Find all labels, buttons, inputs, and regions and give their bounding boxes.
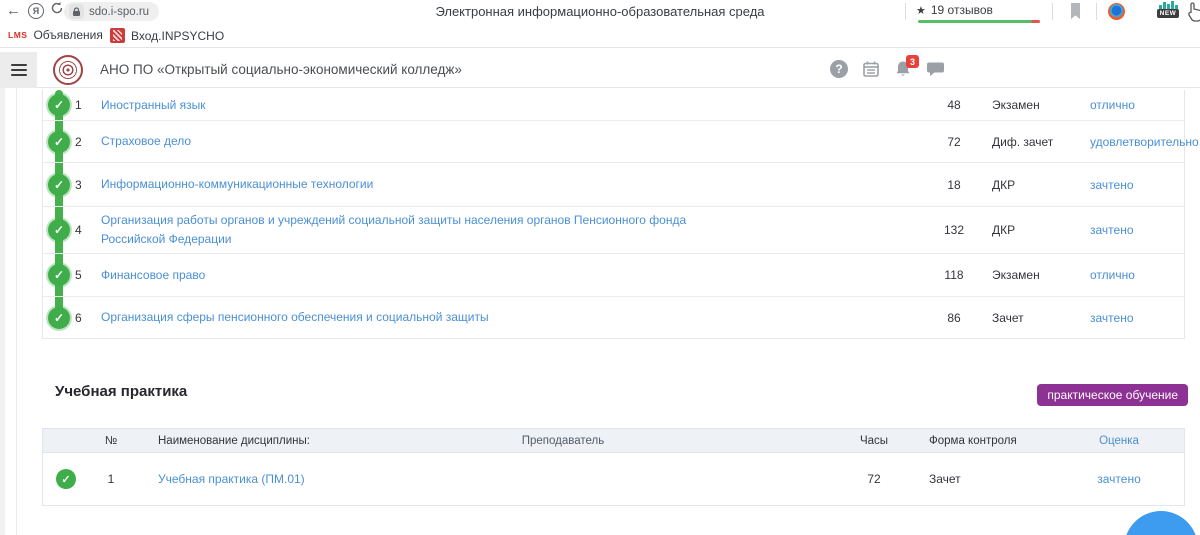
grade-link[interactable]: отлично xyxy=(1084,268,1184,282)
toolbar-divider xyxy=(1096,3,1097,20)
messages-icon[interactable] xyxy=(926,61,945,78)
table-row: ✓ 1 Учебная практика (ПМ.01) 72 Зачет за… xyxy=(43,453,1184,505)
row-number: 6 xyxy=(75,311,101,325)
content-divider xyxy=(16,88,17,535)
table-header-row: № Наименование дисциплины: Преподаватель… xyxy=(43,429,1184,453)
bookmark-label: Объявления xyxy=(33,28,102,42)
reviews-rating-bar xyxy=(918,20,1040,23)
new-extension-icon[interactable]: NEW xyxy=(1157,1,1179,22)
discipline-link[interactable]: Организация работы органов и учреждений … xyxy=(101,211,721,248)
grade-link[interactable]: отлично xyxy=(1084,98,1184,112)
star-icon: ★ xyxy=(916,4,926,17)
sparkle-icon xyxy=(1157,1,1179,9)
lms-favicon: LMS xyxy=(8,30,27,40)
control-form: Зачет xyxy=(914,472,1054,486)
section-title: Учебная практика xyxy=(55,383,187,400)
row-number: 4 xyxy=(75,223,101,237)
grade-link[interactable]: зачтено xyxy=(1084,178,1184,192)
completed-check-icon: ✓ xyxy=(48,264,70,286)
grade-link[interactable]: удовлетворительно xyxy=(1084,135,1184,149)
hand-pointer-icon[interactable] xyxy=(1186,1,1200,22)
header-discipline: Наименование дисциплины: xyxy=(133,435,363,447)
discipline-link[interactable]: Учебная практика (ПМ.01) xyxy=(133,472,363,486)
completed-check-icon: ✓ xyxy=(48,174,70,196)
control-form: Зачет xyxy=(984,311,1084,325)
table-row: ✓ 1 Иностранный язык 48 Экзамен отлично xyxy=(43,90,1184,121)
menu-hamburger-button[interactable] xyxy=(0,52,37,88)
hours-value: 48 xyxy=(924,98,984,112)
notification-count-badge: 3 xyxy=(906,55,919,68)
table-row: ✓ 4 Организация работы органов и учрежде… xyxy=(43,207,1184,254)
app-header: АНО ПО «Открытый социально-экономический… xyxy=(0,52,1200,88)
browser-toolbar: ← Я sdo.i-spo.ru Электронная информацион… xyxy=(0,0,1200,24)
header-grade: Оценка xyxy=(1054,435,1184,447)
extension-icon[interactable] xyxy=(1108,3,1125,20)
control-form: Диф. зачет xyxy=(984,135,1084,149)
control-form: Экзамен xyxy=(984,98,1084,112)
control-form: ДКР xyxy=(984,223,1084,237)
table-row: ✓ 2 Страховое дело 72 Диф. зачет удовлет… xyxy=(43,121,1184,163)
college-name: АНО ПО «Открытый социально-экономический… xyxy=(100,62,462,77)
screen: ← Я sdo.i-spo.ru Электронная информацион… xyxy=(0,0,1200,535)
table-row: ✓ 5 Финансовое право 118 Экзамен отлично xyxy=(43,254,1184,297)
bookmark-announcements[interactable]: LMS Объявления xyxy=(8,28,103,42)
control-form: ДКР xyxy=(984,178,1084,192)
discipline-link[interactable]: Иностранный язык xyxy=(101,96,721,115)
discipline-link[interactable]: Страховое дело xyxy=(101,132,721,151)
table-row: ✓ 6 Организация сферы пенсионного обеспе… xyxy=(43,297,1184,338)
grade-link[interactable]: зачтено xyxy=(1084,311,1184,325)
practice-table: № Наименование дисциплины: Преподаватель… xyxy=(42,428,1185,506)
collapsed-sidebar xyxy=(0,88,5,535)
completed-check-icon: ✓ xyxy=(48,307,70,329)
college-logo xyxy=(53,55,83,85)
calendar-icon[interactable] xyxy=(862,60,880,78)
hours-value: 132 xyxy=(924,223,984,237)
hours-value: 86 xyxy=(924,311,984,325)
browser-tab-title: Электронная информационно-образовательна… xyxy=(0,4,1200,19)
bookmarks-bar: LMS Объявления Вход.INPSYCHO xyxy=(0,24,1200,48)
chat-widget-button[interactable] xyxy=(1124,511,1198,535)
help-icon[interactable]: ? xyxy=(830,60,848,78)
completed-check-icon: ✓ xyxy=(48,131,70,153)
practice-type-badge[interactable]: практическое обучение xyxy=(1037,384,1188,406)
hours-value: 72 xyxy=(834,472,914,486)
bookmark-inpsycho[interactable]: Вход.INPSYCHO xyxy=(110,28,224,43)
header-teacher: Преподаватель xyxy=(363,435,763,447)
completed-check-icon: ✓ xyxy=(56,469,76,489)
row-number: 2 xyxy=(75,135,101,149)
bookmark-flag-icon[interactable] xyxy=(1069,3,1082,20)
table-row: ✓ 3 Информационно-коммуникационные техно… xyxy=(43,163,1184,207)
row-number: 1 xyxy=(75,98,101,112)
header-number: № xyxy=(89,435,133,447)
disciplines-table: ✓ 1 Иностранный язык 48 Экзамен отлично … xyxy=(42,90,1185,339)
grade-link[interactable]: зачтено xyxy=(1084,223,1184,237)
row-number: 3 xyxy=(75,178,101,192)
header-control: Форма контроля xyxy=(914,435,1054,447)
row-number: 5 xyxy=(75,268,101,282)
control-form: Экзамен xyxy=(984,268,1084,282)
discipline-link[interactable]: Финансовое право xyxy=(101,266,721,285)
discipline-link[interactable]: Организация сферы пенсионного обеспечени… xyxy=(101,308,721,327)
grade-link[interactable]: зачтено xyxy=(1054,472,1184,486)
hours-value: 72 xyxy=(924,135,984,149)
hours-value: 18 xyxy=(924,178,984,192)
toolbar-divider xyxy=(905,3,906,20)
completed-check-icon: ✓ xyxy=(48,219,70,241)
reviews-button[interactable]: ★ 19 отзывов xyxy=(916,3,993,17)
discipline-link[interactable]: Информационно-коммуникационные технологи… xyxy=(101,175,721,194)
new-badge: NEW xyxy=(1157,9,1179,18)
notifications-bell-icon[interactable]: 3 xyxy=(894,60,912,78)
completed-check-icon: ✓ xyxy=(48,94,70,116)
emblem-favicon xyxy=(110,28,125,43)
row-number: 1 xyxy=(89,472,133,486)
reviews-label: 19 отзывов xyxy=(931,3,993,17)
header-hours: Часы xyxy=(834,435,914,447)
hours-value: 118 xyxy=(924,268,984,282)
toolbar-divider xyxy=(1052,3,1053,20)
bookmark-label: Вход.INPSYCHO xyxy=(131,29,224,43)
